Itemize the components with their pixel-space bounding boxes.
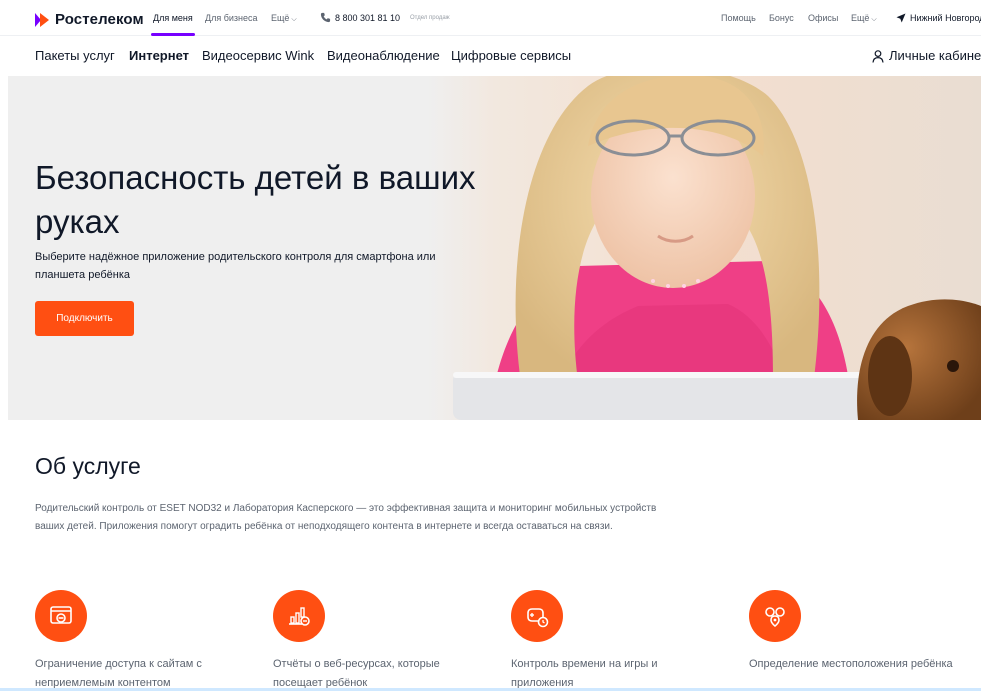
nav-service-packages[interactable]: Пакеты услуг [35,48,115,63]
chevron-down-icon: ⌵ [291,16,297,23]
user-icon [872,50,884,63]
segment-more[interactable]: Ещё ⌵ [271,13,297,24]
gamepad-clock-icon [511,590,563,642]
link-more-label: Ещё [851,13,870,23]
segment-personal[interactable]: Для меня [153,13,193,23]
phone-icon [320,12,331,23]
nav-digital-services[interactable]: Цифровые сервисы [451,48,571,63]
logo-icon [35,12,49,27]
feature-item-web-reports: Отчёты о веб-ресурсах, которые посещает … [273,590,493,693]
sales-phone-number[interactable]: 8 800 301 81 10 [335,13,400,23]
connect-button[interactable]: Подключить [35,301,134,336]
feature-item-site-blocking: Ограничение доступа к сайтам с неприемле… [35,590,255,693]
top-utility-bar: Ростелеком Для меня Для бизнеса Ещё ⌵ 8 8… [0,0,981,36]
main-navigation: Пакеты услуг Интернет Видеосервис Wink В… [0,36,981,76]
sales-phone-caption: Отдел продаж [410,15,450,21]
browser-block-icon [35,590,87,642]
about-description: Родительский контроль от ESET NOD32 и Ла… [35,503,657,532]
link-more[interactable]: Ещё ⌵ [851,13,877,24]
city-selector[interactable]: Нижний Новгород [910,13,981,23]
personal-accounts-link[interactable]: Личные кабинеты [889,48,981,63]
logo-text: Ростелеком [55,11,144,28]
chevron-down-icon: ⌵ [871,16,877,23]
segment-more-label: Ещё [271,13,290,23]
hero-photo-girl-with-tablet-and-dog [428,76,981,420]
hero-banner: Безопасность детей в ваших руках Выберит… [8,76,981,420]
segment-business[interactable]: Для бизнеса [205,13,258,23]
nav-wink[interactable]: Видеосервис Wink [202,48,314,63]
about-section-title: Об услуге [35,453,141,479]
link-bonus[interactable]: Бонус [769,13,794,23]
nav-video-surveillance[interactable]: Видеонаблюдение [327,48,440,63]
feature-item-time-control: Контроль времени на игры и приложения [511,590,731,693]
feature-label: Определение местоположения ребёнка [749,658,953,670]
hero-subtitle: Выберите надёжное приложение родительско… [35,251,436,281]
location-icon [749,590,801,642]
nav-internet[interactable]: Интернет [129,48,189,63]
link-offices[interactable]: Офисы [808,13,838,23]
hero-title: Безопасность детей в ваших руках [35,159,476,240]
rostelecom-logo[interactable]: Ростелеком [35,11,144,28]
report-chart-icon [273,590,325,642]
location-arrow-icon [896,13,906,23]
link-help[interactable]: Помощь [721,13,756,23]
feature-item-location: Определение местоположения ребёнка [749,590,969,674]
